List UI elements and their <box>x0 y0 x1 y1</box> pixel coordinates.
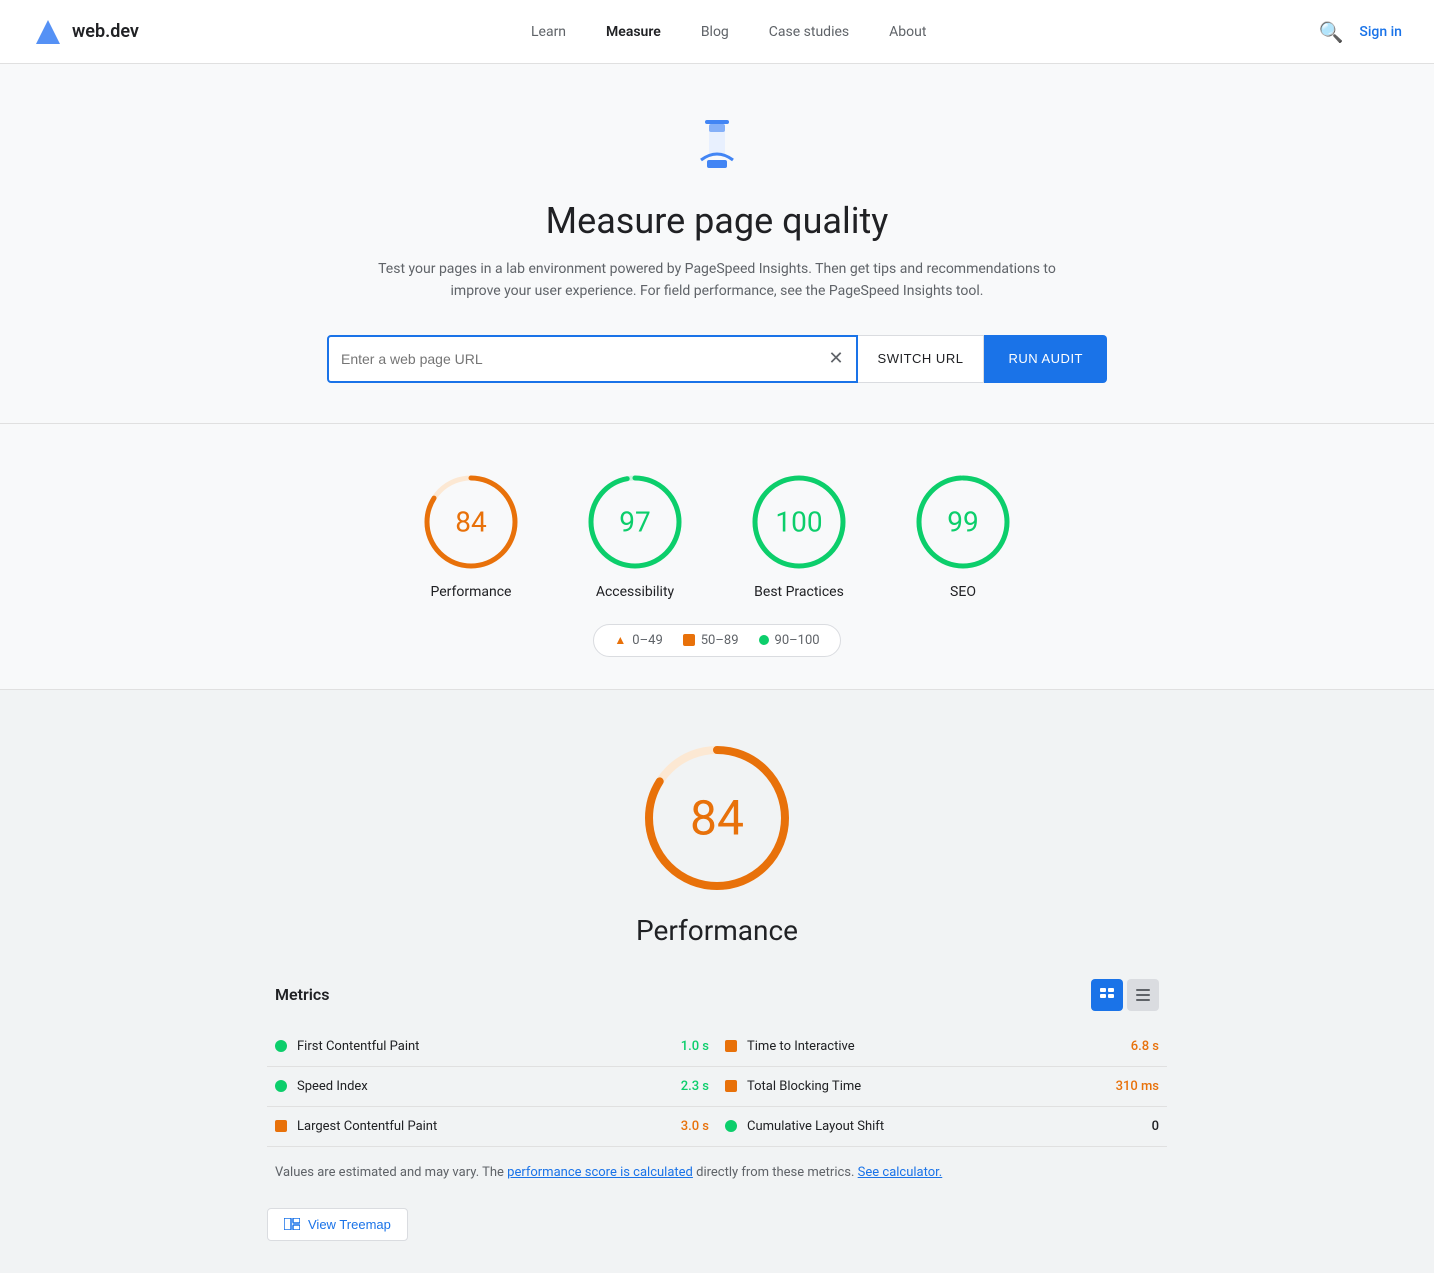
metrics-title: Metrics <box>275 985 329 1004</box>
navigation: web.dev Learn Measure Blog Case studies … <box>0 0 1434 64</box>
performance-section: 84 Performance Metrics <box>0 690 1434 1273</box>
si-label: Speed Index <box>297 1079 671 1094</box>
scores-section: 84 Performance 97 Accessibility 100 Best <box>0 424 1434 690</box>
url-bar: ✕ SWITCH URL RUN AUDIT <box>327 335 1107 383</box>
treemap-icon <box>284 1218 300 1230</box>
hero-title: Measure page quality <box>24 200 1410 242</box>
run-audit-button[interactable]: RUN AUDIT <box>984 335 1107 383</box>
si-value: 2.3 s <box>681 1079 709 1094</box>
circle-icon <box>759 635 769 645</box>
nav-about[interactable]: About <box>873 16 942 48</box>
lcp-label: Largest Contentful Paint <box>297 1119 671 1134</box>
legend-range-red: 0–49 <box>632 633 662 648</box>
metrics-footer: Values are estimated and may vary. The p… <box>267 1147 1167 1200</box>
logo-text: web.dev <box>72 21 139 42</box>
tti-label: Time to Interactive <box>747 1039 1121 1054</box>
score-number-seo: 99 <box>947 505 978 538</box>
score-label-best-practices: Best Practices <box>754 584 844 600</box>
scores-row: 84 Performance 97 Accessibility 100 Best <box>24 472 1410 600</box>
hero-subtitle: Test your pages in a lab environment pow… <box>377 258 1057 303</box>
signin-button[interactable]: Sign in <box>1359 24 1402 40</box>
fcp-value: 1.0 s <box>681 1039 709 1054</box>
si-indicator <box>275 1080 287 1092</box>
url-input-wrapper: ✕ <box>327 335 858 383</box>
view-treemap-button[interactable]: View Treemap <box>267 1208 408 1241</box>
perf-score-link[interactable]: performance score is calculated <box>507 1165 693 1180</box>
metric-tti: Time to Interactive 6.8 s <box>717 1027 1167 1067</box>
score-number-best-practices: 100 <box>775 505 822 538</box>
tti-indicator <box>725 1040 737 1052</box>
cls-indicator <box>725 1120 737 1132</box>
footer-text: Values are estimated and may vary. The <box>275 1165 507 1180</box>
square-icon <box>683 634 695 646</box>
metrics-grid: First Contentful Paint 1.0 s Time to Int… <box>267 1027 1167 1147</box>
score-number-accessibility: 97 <box>619 505 650 538</box>
score-circle-best-practices: 100 <box>749 472 849 572</box>
legend-range-green: 90–100 <box>775 633 820 648</box>
score-number-performance: 84 <box>455 505 486 538</box>
performance-score-area: 84 Performance <box>24 738 1410 947</box>
lighthouse-icon <box>685 112 749 176</box>
lcp-value: 3.0 s <box>681 1119 709 1134</box>
performance-score-number: 84 <box>690 789 744 846</box>
performance-title: Performance <box>24 914 1410 947</box>
nav-links: Learn Measure Blog Case studies About <box>515 16 942 48</box>
logo[interactable]: web.dev <box>32 16 139 48</box>
legend: ▲ 0–49 50–89 90–100 <box>593 624 840 657</box>
switch-url-button[interactable]: SWITCH URL <box>858 335 985 383</box>
cls-value: 0 <box>1152 1119 1159 1134</box>
nav-right: 🔍 Sign in <box>1318 20 1402 44</box>
fcp-label: First Contentful Paint <box>297 1039 671 1054</box>
tbt-value: 310 ms <box>1116 1079 1159 1094</box>
metric-si: Speed Index 2.3 s <box>267 1067 717 1107</box>
cls-label: Cumulative Layout Shift <box>747 1119 1142 1134</box>
score-item-accessibility: 97 Accessibility <box>585 472 685 600</box>
tbt-label: Total Blocking Time <box>747 1079 1106 1094</box>
footer-middle: directly from these metrics. <box>693 1165 858 1180</box>
legend-item-orange: 50–89 <box>683 633 739 648</box>
tti-value: 6.8 s <box>1131 1039 1159 1054</box>
grid-view-button[interactable] <box>1091 979 1123 1011</box>
legend-range-orange: 50–89 <box>701 633 739 648</box>
metrics-header: Metrics <box>267 979 1167 1011</box>
performance-circle: 84 <box>637 738 797 898</box>
score-circle-seo: 99 <box>913 472 1013 572</box>
metric-lcp: Largest Contentful Paint 3.0 s <box>267 1107 717 1147</box>
lcp-indicator <box>275 1120 287 1132</box>
clear-icon[interactable]: ✕ <box>828 348 843 369</box>
metric-tbt: Total Blocking Time 310 ms <box>717 1067 1167 1107</box>
calculator-link[interactable]: See calculator. <box>858 1165 943 1180</box>
url-input[interactable] <box>341 351 828 367</box>
score-circle-performance: 84 <box>421 472 521 572</box>
metric-fcp: First Contentful Paint 1.0 s <box>267 1027 717 1067</box>
score-item-best-practices: 100 Best Practices <box>749 472 849 600</box>
nav-measure[interactable]: Measure <box>590 16 677 48</box>
score-item-seo: 99 SEO <box>913 472 1013 600</box>
score-label-performance: Performance <box>431 584 512 600</box>
nav-blog[interactable]: Blog <box>685 16 745 48</box>
metric-cls: Cumulative Layout Shift 0 <box>717 1107 1167 1147</box>
tbt-indicator <box>725 1080 737 1092</box>
hero-section: Measure page quality Test your pages in … <box>0 64 1434 424</box>
list-view-button[interactable] <box>1127 979 1159 1011</box>
metrics-section: Metrics <box>267 979 1167 1241</box>
score-item-performance: 84 Performance <box>421 472 521 600</box>
legend-item-red: ▲ 0–49 <box>614 633 662 648</box>
treemap-label: View Treemap <box>308 1217 391 1232</box>
score-label-accessibility: Accessibility <box>596 584 674 600</box>
nav-case-studies[interactable]: Case studies <box>753 16 865 48</box>
fcp-indicator <box>275 1040 287 1052</box>
logo-icon <box>32 16 64 48</box>
triangle-icon: ▲ <box>614 633 626 647</box>
score-circle-accessibility: 97 <box>585 472 685 572</box>
search-icon[interactable]: 🔍 <box>1318 20 1343 44</box>
metrics-view-toggle <box>1091 979 1159 1011</box>
legend-item-green: 90–100 <box>759 633 820 648</box>
score-label-seo: SEO <box>950 584 976 600</box>
nav-learn[interactable]: Learn <box>515 16 582 48</box>
